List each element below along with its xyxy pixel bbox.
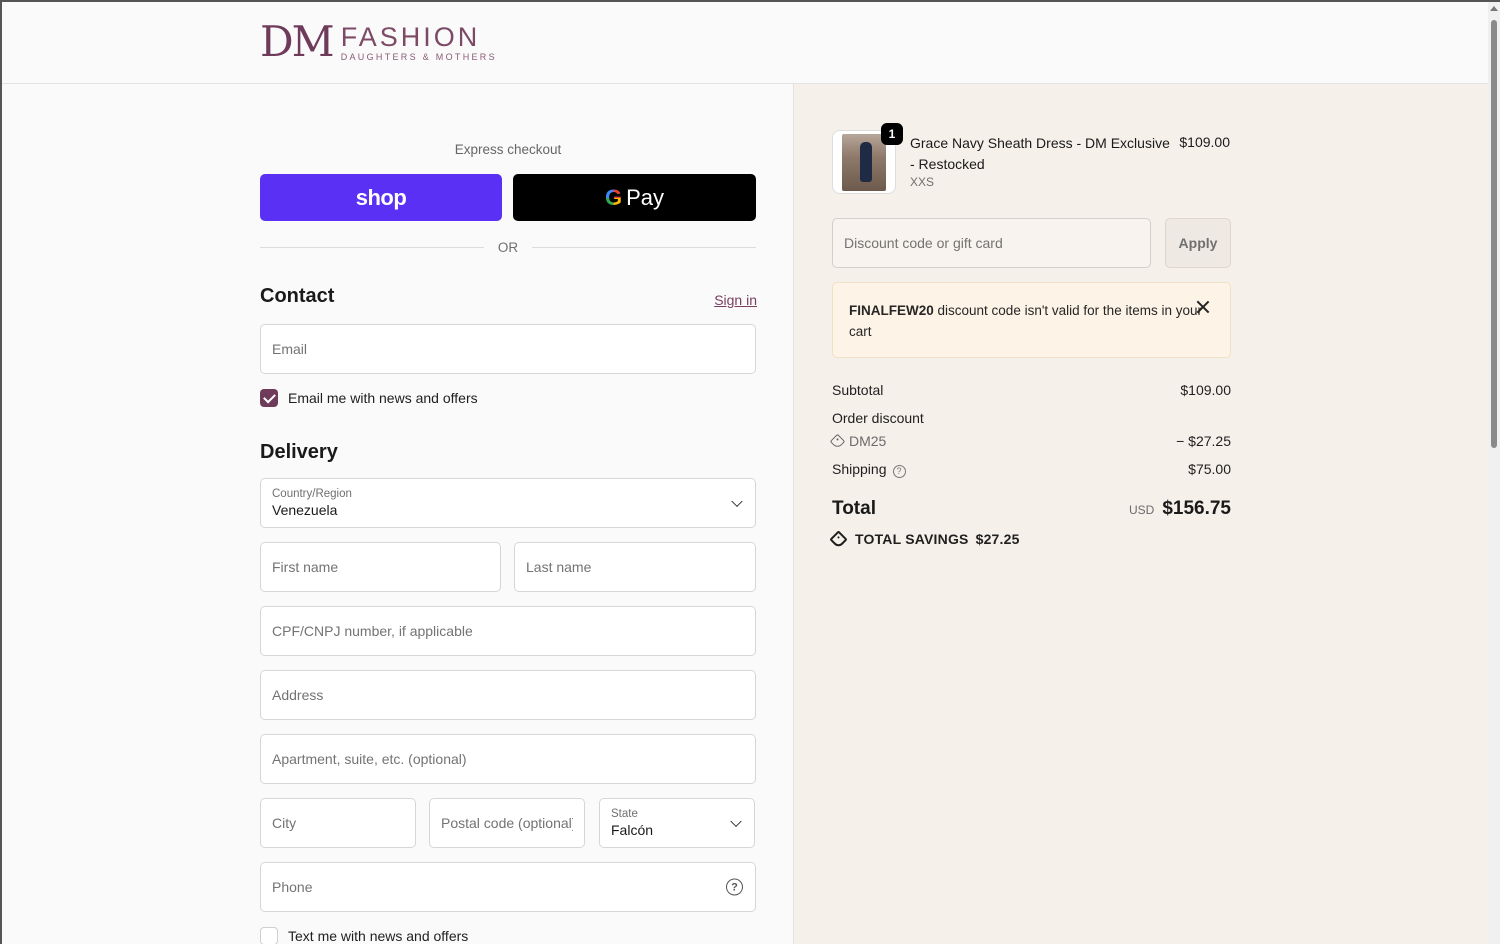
close-icon[interactable] [1196, 300, 1210, 314]
email-optin-checkbox[interactable] [260, 389, 278, 407]
first-name-input[interactable] [272, 559, 489, 575]
phone-input[interactable] [272, 879, 744, 895]
product-price: $109.00 [1179, 134, 1230, 150]
shipping-value: $75.00 [1188, 461, 1231, 477]
subtotal-row: Subtotal $109.00 [832, 382, 1231, 398]
help-circle-icon[interactable]: ? [726, 878, 743, 896]
checkout-form-column: Express checkout shop G Pay OR Contact S… [2, 84, 793, 944]
savings-label: TOTAL SAVINGS [855, 531, 969, 547]
google-pay-label: Pay [626, 184, 665, 210]
logo-monogram: DM [260, 17, 335, 66]
last-name-field[interactable] [514, 542, 756, 592]
first-name-field[interactable] [260, 542, 501, 592]
email-input[interactable] [272, 341, 744, 357]
vertical-scrollbar[interactable] [1488, 2, 1500, 944]
quantity-badge: 1 [881, 123, 903, 145]
apply-discount-button[interactable]: Apply [1165, 218, 1231, 268]
express-checkout-label: Express checkout [454, 142, 562, 157]
apartment-input[interactable] [272, 751, 744, 767]
contact-heading: Contact [260, 285, 335, 307]
notice-discount-code: FINALFEW20 [849, 303, 934, 318]
cpf-field[interactable] [260, 606, 756, 656]
discount-code-field[interactable]: Discount code or gift card [832, 218, 1151, 268]
scroll-up-arrow-icon[interactable] [1490, 6, 1498, 11]
applied-discount-code: DM25 [849, 433, 887, 449]
scrollbar-thumb[interactable] [1491, 20, 1497, 448]
sms-optin-row[interactable]: Text me with news and offers [260, 927, 468, 944]
phone-field[interactable]: ? [260, 862, 756, 912]
applied-discount: DM25 [829, 433, 887, 450]
email-optin-label: Email me with news and offers [288, 390, 478, 406]
total-currency: USD [1128, 503, 1155, 517]
order-discount-row: Order discount [832, 410, 1231, 426]
divider-line [260, 247, 484, 248]
total-savings: TOTAL SAVINGS $27.25 [829, 529, 1020, 549]
discount-error-notice: FINALFEW20 discount code isn't valid for… [832, 282, 1231, 358]
brand-logo[interactable]: DM FASHION DAUGHTERS & MOTHERS [260, 20, 497, 64]
logo-word: FASHION [340, 21, 481, 52]
shop-pay-label: shop [355, 184, 407, 210]
google-g-icon: G [604, 184, 623, 210]
order-discount-label: Order discount [832, 410, 924, 426]
help-circle-icon[interactable]: ? [892, 464, 906, 478]
state-select[interactable]: State Falcón [599, 798, 755, 848]
logo-tagline: DAUGHTERS & MOTHERS [340, 51, 497, 62]
or-text: OR [497, 240, 519, 255]
address-field[interactable] [260, 670, 756, 720]
subtotal-label: Subtotal [832, 382, 884, 398]
country-value: Venezuela [272, 502, 338, 518]
order-summary-column: 1 Grace Navy Sheath Dress - DM Exclusive… [793, 84, 1490, 944]
shipping-row: Shipping? $75.00 [832, 461, 1231, 478]
total-row: Total USD $156.75 [832, 498, 1231, 520]
divider-line [532, 247, 756, 248]
chevron-down-icon [731, 495, 743, 508]
address-input[interactable] [272, 687, 744, 703]
city-field[interactable] [260, 798, 416, 848]
country-select[interactable]: Country/Region Venezuela [260, 478, 756, 528]
shop-pay-button[interactable]: shop [260, 174, 502, 221]
shipping-label-wrap: Shipping? [832, 461, 906, 478]
logo-wordmark: FASHION DAUGHTERS & MOTHERS [341, 23, 497, 62]
email-field[interactable] [260, 324, 756, 374]
discount-code-row: DM25 − $27.25 [829, 433, 1231, 450]
state-label: State [611, 808, 638, 820]
sms-optin-checkbox[interactable] [260, 927, 278, 944]
postal-code-input[interactable] [441, 815, 573, 831]
google-pay-button[interactable]: G Pay [513, 174, 756, 221]
chevron-down-icon [730, 815, 742, 828]
cpf-input[interactable] [272, 623, 744, 639]
site-header: DM FASHION DAUGHTERS & MOTHERS [2, 2, 1490, 84]
sms-optin-label: Text me with news and offers [288, 928, 469, 944]
city-input[interactable] [272, 815, 404, 831]
email-optin-row[interactable]: Email me with news and offers [260, 389, 478, 407]
dress-shape [860, 142, 872, 182]
delivery-heading: Delivery [260, 441, 338, 463]
product-thumbnail: 1 [832, 123, 903, 194]
total-label: Total [832, 498, 876, 519]
last-name-input[interactable] [526, 559, 744, 575]
total-amount: USD $156.75 [1129, 498, 1231, 520]
apartment-field[interactable] [260, 734, 756, 784]
total-value: $156.75 [1162, 498, 1231, 519]
postal-code-field[interactable] [429, 798, 585, 848]
product-image [842, 134, 886, 191]
subtotal-value: $109.00 [1180, 382, 1231, 398]
product-variant: XXS [910, 175, 935, 189]
country-label: Country/Region [272, 488, 352, 500]
tag-icon [829, 433, 846, 450]
discount-code-placeholder: Discount code or gift card [844, 235, 1003, 251]
sign-in-link[interactable]: Sign in [714, 292, 757, 308]
product-name: Grace Navy Sheath Dress - DM Exclusive -… [910, 135, 1170, 172]
state-value: Falcón [611, 822, 654, 838]
shipping-label: Shipping [832, 461, 887, 477]
checkout-page: DM FASHION DAUGHTERS & MOTHERS Express c… [0, 0, 1500, 944]
savings-value: $27.25 [975, 531, 1020, 547]
or-divider: OR [260, 240, 756, 255]
tag-icon [829, 529, 848, 549]
discount-value: − $27.25 [1176, 433, 1231, 449]
